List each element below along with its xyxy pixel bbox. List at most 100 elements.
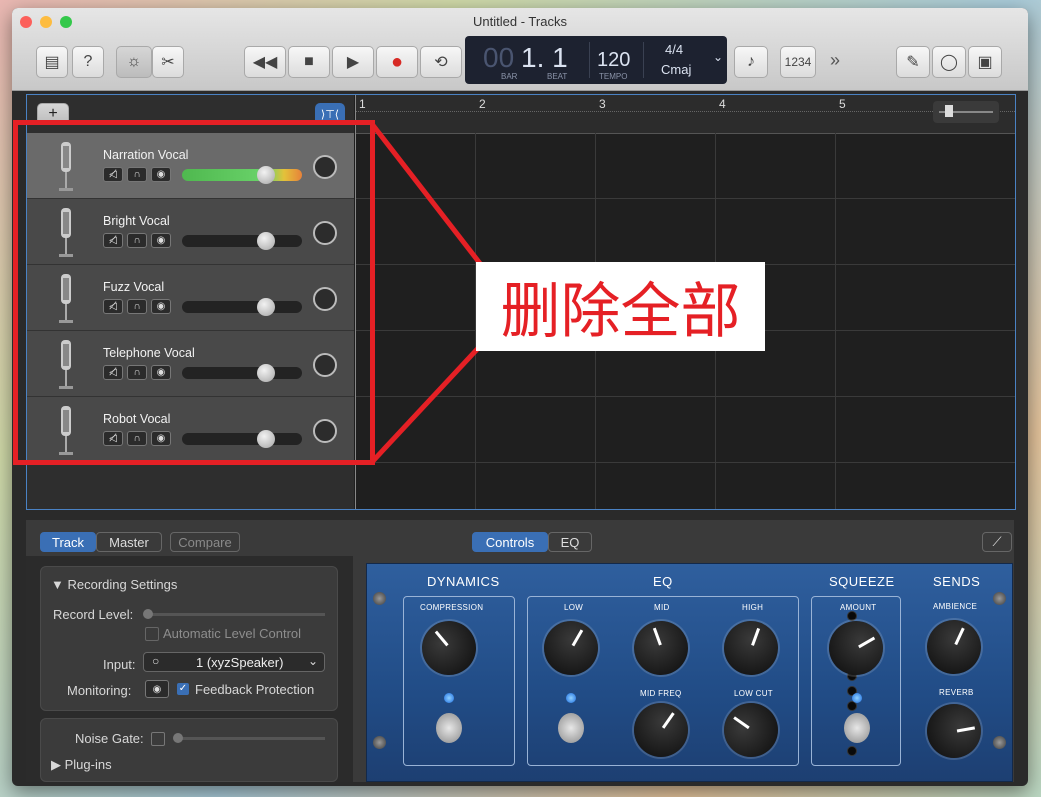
monitor-icon: ◉ — [152, 683, 162, 695]
eq-high-knob[interactable] — [716, 613, 786, 683]
tab-controls[interactable]: Controls — [472, 532, 548, 552]
mid-label: MID — [654, 603, 670, 612]
eq-mid-knob[interactable] — [626, 613, 696, 683]
eq-led — [566, 693, 576, 703]
tuner-icon: ♪ — [747, 53, 755, 70]
plugins-label: Plug-ins — [64, 757, 112, 772]
eq-low-knob[interactable] — [534, 611, 608, 685]
compression-knob[interactable] — [410, 609, 488, 687]
annotation-lines — [370, 122, 484, 464]
amount-label: AMOUNT — [840, 603, 877, 612]
count-in-label: 1234 — [784, 55, 812, 69]
input-label: Input: — [103, 657, 136, 672]
media-browser-button[interactable]: ▣ — [968, 46, 1002, 78]
rewind-button[interactable]: ◀◀ — [244, 46, 286, 78]
smart-controls-button[interactable]: ☼ — [116, 46, 152, 78]
monitoring-button[interactable]: ◉ — [145, 680, 169, 698]
dynamics-header: DYNAMICS — [427, 574, 500, 589]
plugin-panel: DYNAMICS EQ SQUEEZE SENDS COMPRESSION LO… — [366, 563, 1013, 782]
feedback-label: Feedback Protection — [195, 682, 315, 697]
dynamics-section: COMPRESSION — [403, 596, 515, 766]
count-in-button[interactable]: 1234 — [780, 46, 816, 78]
record-level-slider[interactable] — [143, 609, 325, 619]
mid-freq-label: MID FREQ — [640, 689, 682, 698]
lcd-position: 1. 1 — [521, 42, 568, 73]
noise-gate-slider[interactable] — [173, 733, 325, 743]
eq-section: LOW MID HIGH MID FREQ LOW CUT — [527, 596, 799, 768]
input-value: 1 (xyzSpeaker) — [196, 655, 284, 670]
auto-level-checkbox[interactable] — [145, 627, 159, 641]
lcd-bar-dim: 00 — [483, 42, 515, 73]
record-icon: ● — [390, 50, 404, 73]
low-cut-knob[interactable] — [713, 692, 789, 768]
noise-gate-checkbox[interactable] — [151, 732, 165, 746]
low-label: LOW — [564, 603, 584, 612]
loop-icon: ◯ — [940, 54, 958, 71]
plugins-header[interactable]: ▶ Plug-ins — [51, 757, 112, 773]
loop-browser-button[interactable]: ◯ — [932, 46, 966, 78]
tab-track[interactable]: Track — [40, 532, 96, 552]
squeeze-header: SQUEEZE — [829, 574, 895, 589]
media-icon: ▣ — [977, 54, 993, 71]
zoom-slider[interactable] — [933, 101, 999, 123]
cycle-button[interactable]: ⟲ — [420, 46, 462, 78]
smart-controls-icon: ☼ — [126, 53, 142, 70]
more-toolbar-icon[interactable]: » — [830, 50, 840, 71]
recording-settings-header[interactable]: ▼ Recording Settings — [51, 577, 177, 592]
tuner-button[interactable]: ♪ — [734, 46, 768, 78]
dynamics-toggle[interactable] — [436, 713, 462, 743]
reverb-knob[interactable] — [922, 699, 986, 763]
compare-button[interactable]: Compare — [170, 532, 240, 552]
eq-header: EQ — [653, 574, 673, 589]
squeeze-led — [852, 693, 862, 703]
chevron-down-icon: ⌄ — [307, 654, 318, 668]
notepad-icon: ✎ — [906, 54, 920, 71]
record-level-label: Record Level: — [53, 607, 134, 622]
squeeze-toggle[interactable] — [844, 713, 870, 743]
lcd-tempo-label: TEMPO — [599, 72, 628, 81]
input-select[interactable]: ○ 1 (xyzSpeaker) ⌄ — [143, 652, 325, 672]
annotation-callout: 删除全部 — [476, 262, 765, 351]
cycle-icon: ⟲ — [434, 54, 448, 71]
ruler-bar-2: 2 — [479, 97, 486, 111]
sends-header: SENDS — [933, 574, 981, 589]
window-title: Untitled - Tracks — [473, 14, 567, 29]
disclosure-open-icon: ▼ — [51, 577, 68, 592]
annotation-box — [13, 120, 375, 465]
ambience-label: AMBIENCE — [933, 602, 978, 611]
editors-button[interactable]: ✂ — [152, 46, 184, 78]
catch-icon: ⟩⊤⟨ — [320, 108, 340, 121]
lcd-tempo: 120 — [597, 49, 631, 71]
toolbar: Untitled - Tracks ▤ ? ☼ ✂ ◀◀ ■ ▶ ● ⟲ 00 … — [12, 8, 1028, 91]
recording-settings-group: ▼ Recording Settings Record Level: Autom… — [40, 566, 338, 711]
library-button[interactable]: ▤ — [36, 46, 68, 78]
zoom-thumb[interactable] — [945, 105, 953, 117]
tab-eq[interactable]: EQ — [548, 532, 592, 552]
help-button[interactable]: ? — [72, 46, 104, 78]
disclosure-closed-icon: ▶ — [51, 757, 65, 772]
track-inspector: ▼ Recording Settings Record Level: Autom… — [26, 556, 353, 782]
help-icon: ? — [83, 53, 93, 70]
lcd-key: Cmaj — [661, 62, 692, 77]
lcd-menu-icon[interactable]: ⌄ — [713, 50, 723, 64]
lcd-beat-label: BEAT — [547, 72, 568, 81]
screw-icon — [373, 592, 386, 605]
record-button[interactable]: ● — [376, 46, 418, 78]
screw-icon — [993, 592, 1006, 605]
eq-toggle[interactable] — [558, 713, 584, 743]
notepad-button[interactable]: ✎ — [896, 46, 930, 78]
noise-gate-label: Noise Gate: — [75, 731, 144, 746]
brush-button[interactable]: ⟋ — [982, 532, 1012, 552]
feedback-checkbox[interactable]: ✓ — [177, 683, 189, 695]
stop-button[interactable]: ■ — [288, 46, 330, 78]
tab-master[interactable]: Master — [96, 532, 162, 552]
scissors-icon: ✂ — [161, 54, 175, 71]
brush-icon: ⟋ — [992, 534, 1002, 549]
amount-knob[interactable] — [819, 611, 893, 685]
play-icon: ▶ — [346, 54, 360, 71]
ambience-knob[interactable] — [918, 611, 990, 683]
play-button[interactable]: ▶ — [332, 46, 374, 78]
library-icon: ▤ — [44, 54, 60, 71]
lcd-display[interactable]: 00 1. 1 BAR BEAT 120 TEMPO 4/4 Cmaj ⌄ — [465, 36, 727, 84]
mid-freq-knob[interactable] — [623, 692, 699, 768]
